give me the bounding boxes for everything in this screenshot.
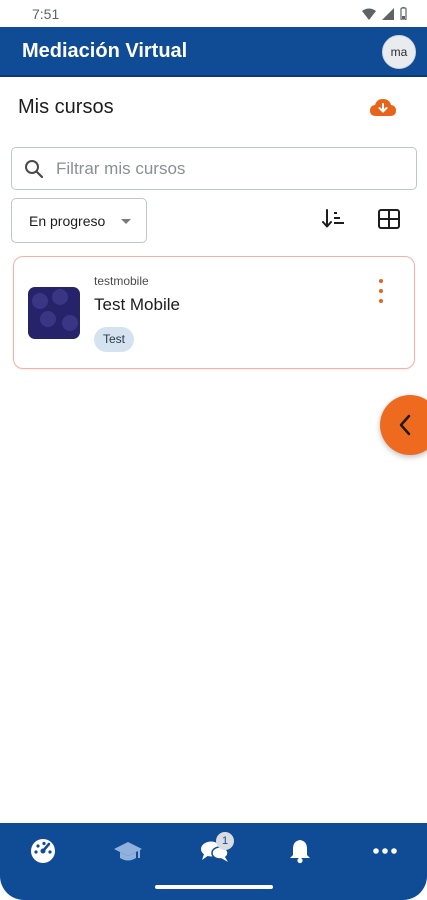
more-icon — [373, 848, 397, 854]
course-options-button[interactable] — [371, 277, 391, 305]
filter-selected-value: En progreso — [29, 213, 106, 229]
messages-badge: 1 — [216, 832, 234, 850]
nav-messages[interactable]: 1 — [198, 832, 234, 866]
course-filter-select[interactable]: En progreso — [11, 198, 147, 243]
app-header: Mediación Virtual ma — [0, 27, 427, 77]
side-panel-toggle[interactable] — [380, 395, 427, 455]
home-indicator[interactable] — [155, 885, 273, 889]
more-vertical-dot — [379, 289, 383, 293]
course-card[interactable]: testmobile Test Mobile Test — [13, 256, 415, 369]
app-title: Mediación Virtual — [22, 40, 188, 62]
grid-view-button[interactable] — [375, 205, 403, 233]
status-icons — [362, 7, 407, 20]
nav-notifications[interactable] — [283, 836, 317, 866]
nav-more[interactable] — [368, 836, 402, 866]
bell-icon — [290, 840, 310, 864]
search-box — [11, 147, 417, 190]
course-name[interactable]: Test Mobile — [94, 295, 180, 315]
nav-dashboard[interactable] — [26, 836, 60, 866]
bottom-nav: 1 — [0, 823, 427, 900]
course-image — [28, 287, 80, 339]
dashboard-icon — [31, 839, 55, 863]
sort-button[interactable] — [320, 205, 348, 233]
more-vertical-dot — [379, 279, 383, 283]
nav-courses[interactable] — [111, 836, 145, 866]
graduation-cap-icon — [114, 842, 142, 861]
status-bar: 7:51 — [0, 0, 427, 27]
status-time: 7:51 — [32, 6, 60, 22]
chevron-left-icon — [399, 414, 411, 436]
course-tag: Test — [94, 327, 135, 352]
search-input[interactable] — [56, 157, 396, 181]
wifi-icon — [362, 8, 376, 20]
cloud-download-icon — [370, 99, 396, 116]
caret-down-icon — [121, 219, 131, 224]
grid-icon — [378, 209, 400, 229]
download-button[interactable] — [368, 93, 398, 123]
page-title: Mis cursos — [18, 96, 114, 118]
signal-icon — [382, 7, 394, 20]
course-category: testmobile — [94, 274, 149, 288]
more-vertical-dot — [379, 299, 383, 303]
sort-icon — [322, 209, 344, 228]
user-avatar[interactable]: ma — [382, 35, 416, 69]
avatar-initials: ma — [390, 45, 408, 59]
search-icon — [25, 160, 44, 179]
battery-icon — [400, 7, 407, 20]
